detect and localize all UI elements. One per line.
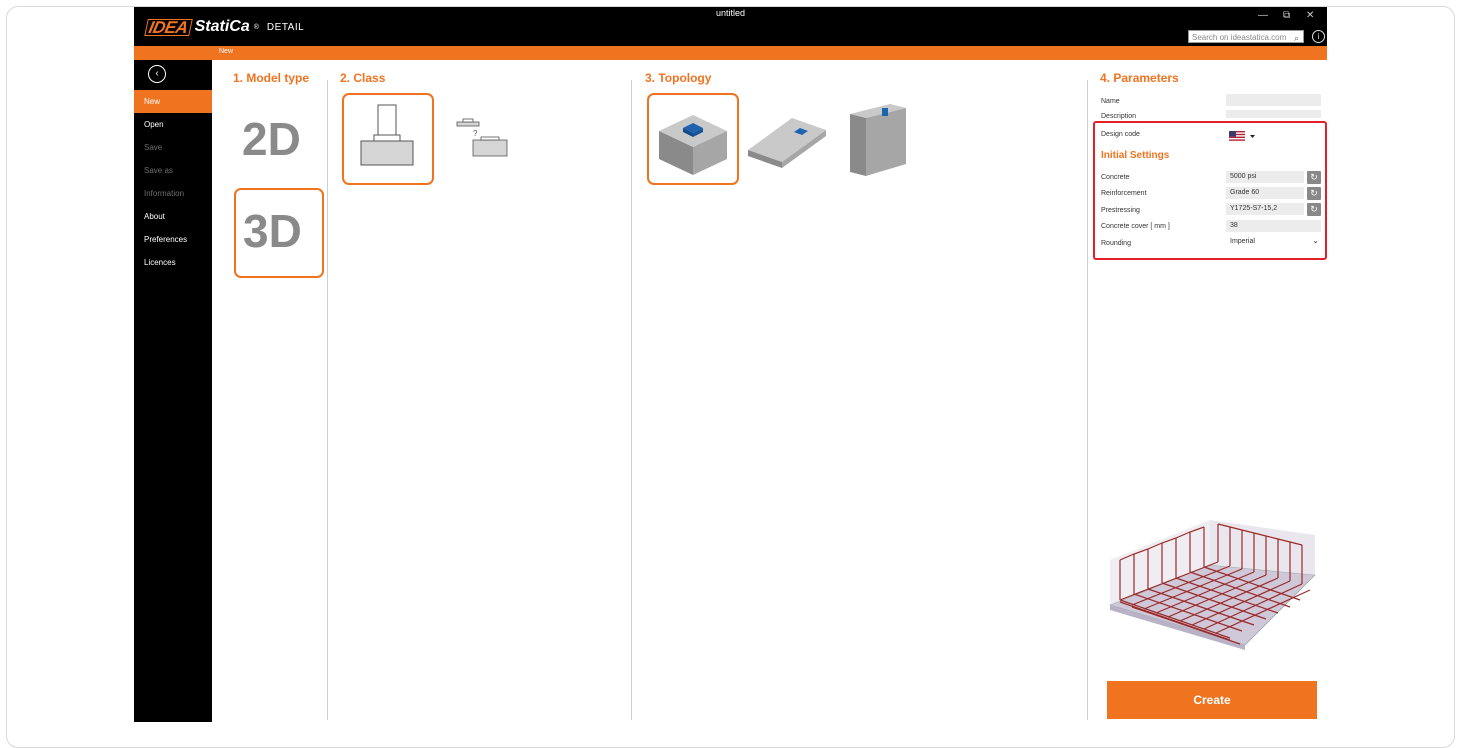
restore-button[interactable]: ⧉ (1283, 10, 1290, 21)
model-type-3d-tile[interactable]: 3D (234, 188, 324, 278)
heading-model-type: 1. Model type (233, 71, 310, 85)
strip-footing-icon (748, 118, 826, 168)
model-type-3d-label: 3D (243, 205, 302, 257)
title-bar: IDEA StatiCa ® DETAIL untitled — ⧉ ✕ Sea… (134, 7, 1327, 46)
sidebar-item-preferences[interactable]: Preferences (134, 228, 212, 251)
logo-statica: StatiCa (194, 18, 250, 35)
footing-icon (360, 104, 414, 166)
sidebar-menu: New Open Save Save as Information About … (134, 90, 212, 274)
sidebar-item-about[interactable]: About (134, 205, 212, 228)
column-divider (327, 80, 328, 720)
pad-unknown-icon: ? (456, 118, 508, 157)
sidebar-item-save-as: Save as (144, 166, 173, 175)
logo-idea: IDEA (144, 18, 193, 37)
model-type-2d-label: 2D (242, 113, 301, 165)
reinforcement-preview-image (1108, 520, 1316, 650)
breadcrumb-bar: New (134, 46, 1327, 60)
minimize-button[interactable]: — (1258, 10, 1268, 21)
heading-parameters: 4. Parameters (1100, 71, 1179, 85)
wall-footing-icon (850, 104, 906, 176)
topology-wall-tile[interactable] (846, 100, 910, 178)
sidebar-item-new[interactable]: New (134, 90, 212, 113)
close-button[interactable]: ✕ (1306, 10, 1314, 21)
class-footing-tile[interactable] (342, 93, 434, 185)
breadcrumb: New (219, 48, 234, 55)
sidebar: ‹ New Open Save Save as Information Abou… (134, 60, 212, 722)
search-input[interactable]: Search on ideastatica.com ⌕ (1188, 30, 1304, 43)
info-icon[interactable]: i (1312, 30, 1325, 43)
topology-pad-tile[interactable] (647, 93, 739, 185)
sidebar-item-save: Save (144, 143, 163, 152)
sidebar-item-open[interactable]: Open (134, 113, 212, 136)
search-icon[interactable]: ⌕ (1294, 32, 1299, 45)
sidebar-item-information: Information (144, 189, 185, 198)
heading-topology: 3. Topology (645, 71, 712, 85)
pad-footing-icon (659, 115, 727, 175)
create-button[interactable]: Create (1107, 681, 1317, 719)
column-divider (1087, 80, 1088, 720)
class-other-tile[interactable]: ? (446, 110, 516, 166)
heading-class: 2. Class (340, 71, 386, 85)
topology-strip-tile[interactable] (744, 100, 830, 180)
name-input[interactable] (1226, 94, 1321, 106)
svg-text:?: ? (473, 129, 478, 138)
description-label: Description (1101, 113, 1137, 120)
description-input[interactable] (1226, 110, 1321, 118)
highlight-box (1093, 121, 1327, 260)
model-type-2d-tile[interactable]: 2D (236, 98, 324, 184)
column-divider (631, 80, 632, 720)
back-arrow-icon[interactable]: ‹ (148, 65, 166, 83)
logo-module: DETAIL (266, 21, 305, 33)
sidebar-item-licences[interactable]: Licences (134, 251, 212, 274)
document-title: untitled (715, 8, 746, 18)
search-placeholder: Search on ideastatica.com (1192, 33, 1287, 42)
name-label: Name (1101, 98, 1120, 105)
app-logo: IDEA StatiCa ® DETAIL (144, 18, 305, 37)
